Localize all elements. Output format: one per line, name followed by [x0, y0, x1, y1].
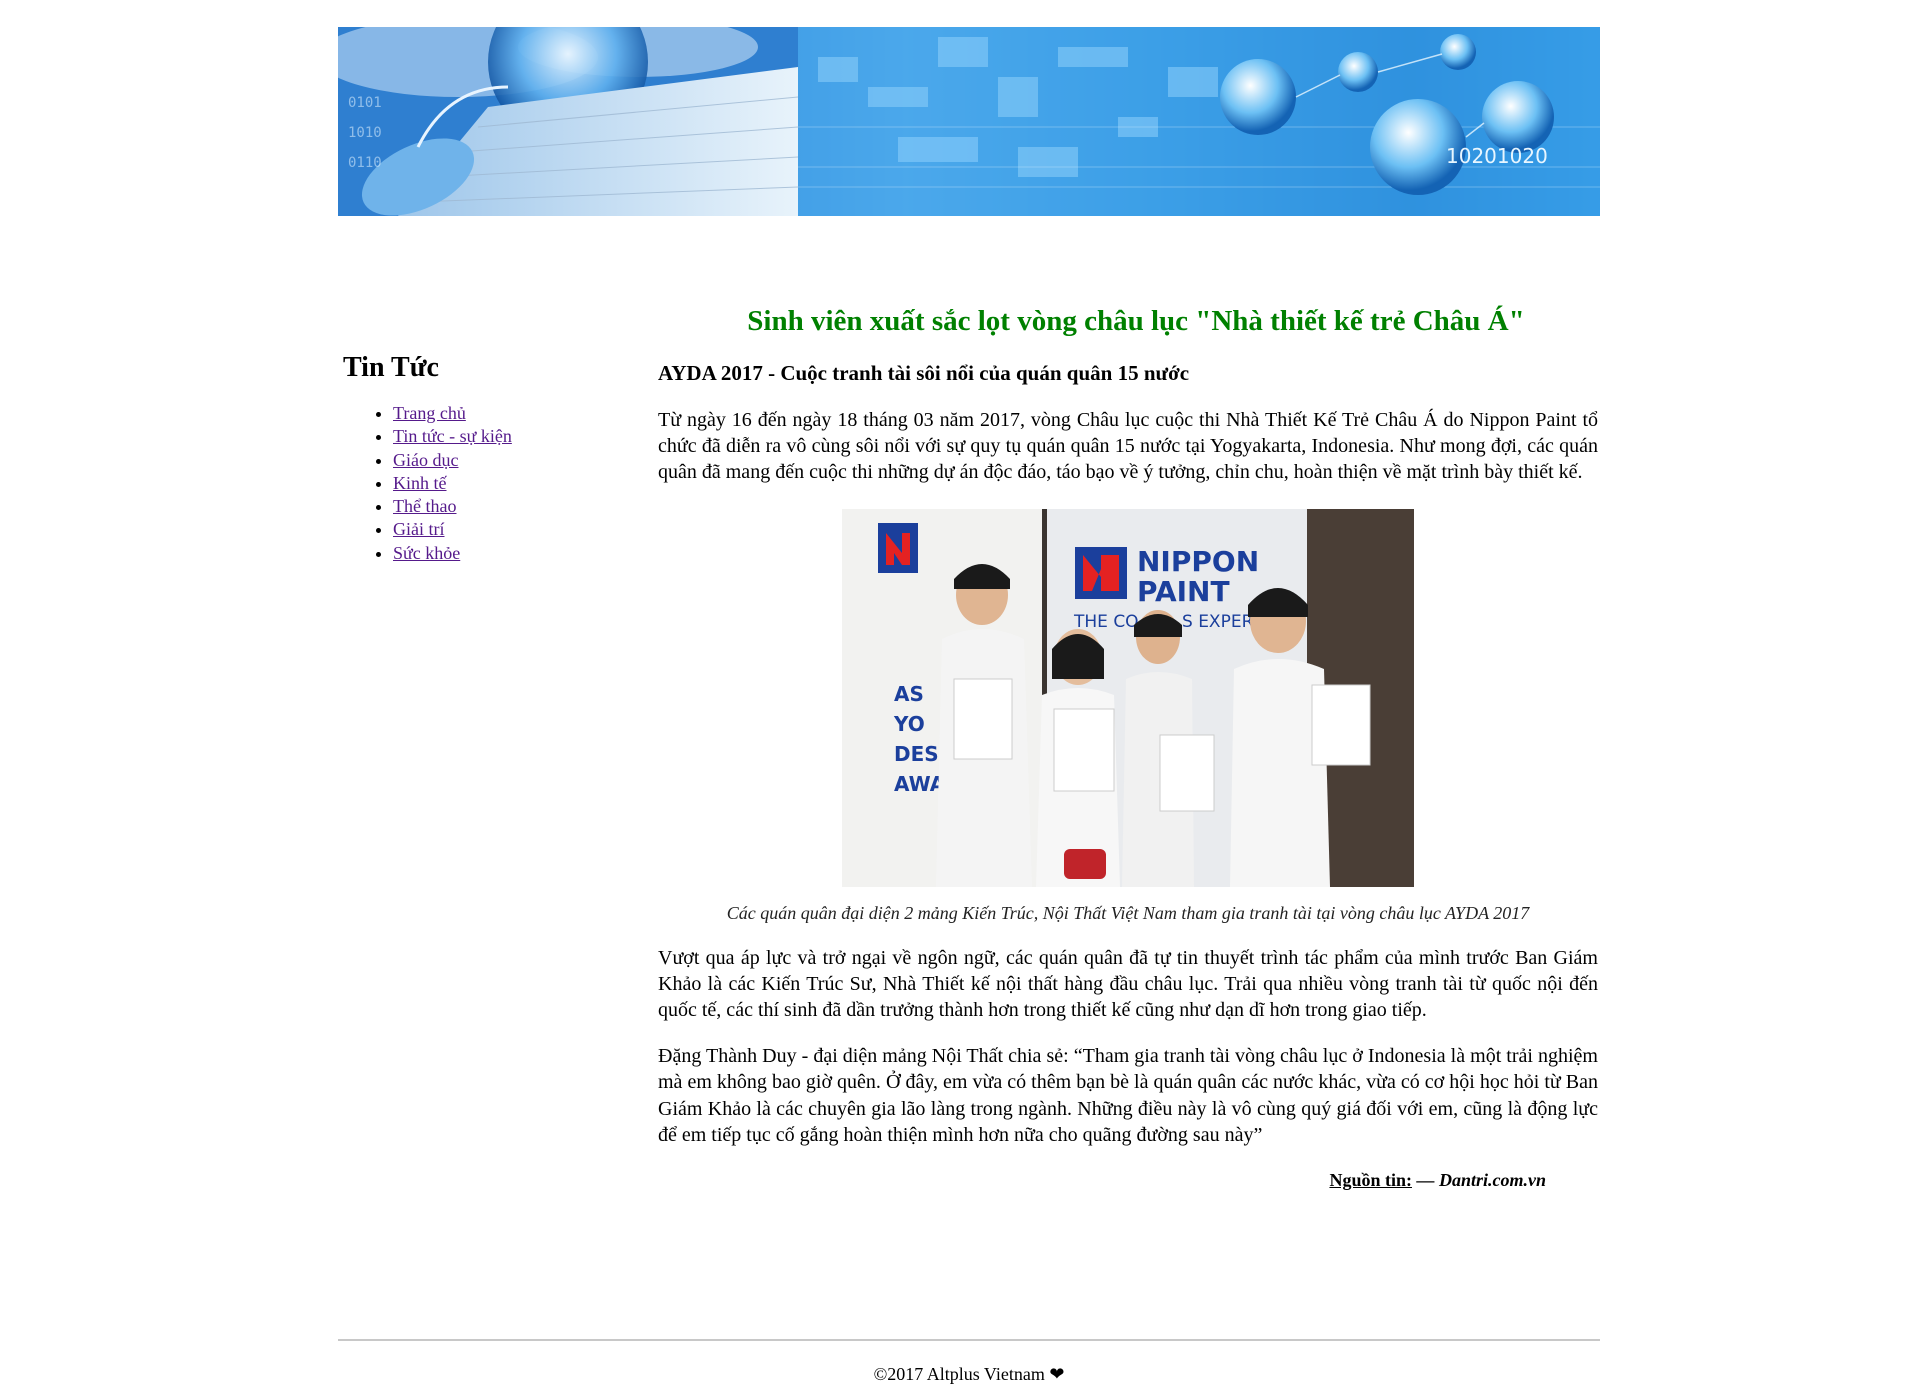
- photo-letter-3: DES: [894, 742, 939, 766]
- svg-text:1010: 1010: [348, 125, 382, 141]
- sidebar-link-home[interactable]: Trang chủ: [393, 403, 466, 423]
- photo-caption: Các quán quân đại diện 2 mảng Kiến Trúc,…: [726, 902, 1530, 923]
- sidebar-link-education[interactable]: Giáo dục: [393, 450, 458, 470]
- article-paragraph: Vượt qua áp lực và trở ngại về ngôn ngữ,…: [658, 946, 1598, 1022]
- sidebar-item: Giáo dục: [393, 449, 643, 472]
- sidebar-item: Thể thao: [393, 495, 643, 518]
- article-photo: NIPPON PAINT THE CO S EXPER AS YO DES AW…: [842, 508, 1414, 887]
- article-paragraph: Từ ngày 16 đến ngày 18 tháng 03 năm 2017…: [658, 409, 1598, 484]
- sidebar-item: Giải trí: [393, 518, 643, 541]
- svg-text:0110: 0110: [348, 155, 382, 171]
- sidebar-menu: Trang chủ Tin tức - sự kiện Giáo dục Kin…: [343, 402, 643, 565]
- footer-divider: [338, 1339, 1600, 1341]
- sidebar-link-health[interactable]: Sức khỏe: [393, 543, 460, 563]
- sidebar-link-economy[interactable]: Kinh tế: [393, 473, 447, 493]
- footer-copyright: ©2017 Altplus Vietnam ❤: [873, 1364, 1065, 1384]
- sidebar-link-entertainment[interactable]: Giải trí: [393, 519, 445, 539]
- photo-graphic: NIPPON PAINT THE CO S EXPER AS YO DES AW…: [842, 508, 1414, 887]
- article-paragraph: Đặng Thành Duy - đại diện mảng Nội Thất …: [658, 1045, 1598, 1146]
- article-title: Sinh viên xuất sắc lọt vòng châu lục "Nh…: [747, 305, 1525, 337]
- sidebar-item: Sức khỏe: [393, 542, 643, 565]
- sidebar-link-news-events[interactable]: Tin tức - sự kiện: [393, 426, 512, 446]
- photo-brand-text-2: PAINT: [1137, 575, 1230, 608]
- sidebar: Tin Tức Trang chủ Tin tức - sự kiện Giáo…: [343, 350, 643, 565]
- photo-tagline-1: THE CO: [1073, 612, 1139, 632]
- article-subtitle: AYDA 2017 - Cuộc tranh tài sôi nổi của q…: [658, 361, 1190, 385]
- banner-digits: 10201020: [1446, 144, 1548, 168]
- article-source: Nguồn tin: — Dantri.com.vn: [658, 1168, 1546, 1192]
- source-value: — Dantri.com.vn: [1411, 1170, 1546, 1191]
- photo-people: [936, 563, 1371, 887]
- photo-letter-1: AS: [894, 682, 924, 706]
- sidebar-item: Kinh tế: [393, 472, 643, 495]
- header-banner: 0101 1010 0110 10201020: [338, 27, 1600, 216]
- page: 0101 1010 0110 10201020 Tin Tức • Trang …: [0, 0, 1920, 1392]
- sidebar-item: Trang chủ: [393, 402, 643, 425]
- svg-text:0101: 0101: [348, 95, 382, 111]
- photo-tagline-2: S EXPER: [1182, 612, 1254, 632]
- article-figure: NIPPON PAINT THE CO S EXPER AS YO DES AW…: [658, 508, 1598, 925]
- sidebar-link-sports[interactable]: Thể thao: [393, 496, 456, 516]
- banner-graphic: 0101 1010 0110 10201020: [338, 27, 1600, 216]
- photo-letter-2: YO: [893, 712, 925, 736]
- photo-letter-4: AWA: [894, 772, 946, 796]
- article: Sinh viên xuất sắc lọt vòng châu lục "Nh…: [658, 300, 1598, 1192]
- sidebar-title: Tin Tức: [343, 352, 439, 383]
- photo-brand-text-1: NIPPON: [1137, 545, 1259, 578]
- sidebar-item: Tin tức - sự kiện: [393, 425, 643, 448]
- source-label: Nguồn tin:: [1329, 1170, 1412, 1191]
